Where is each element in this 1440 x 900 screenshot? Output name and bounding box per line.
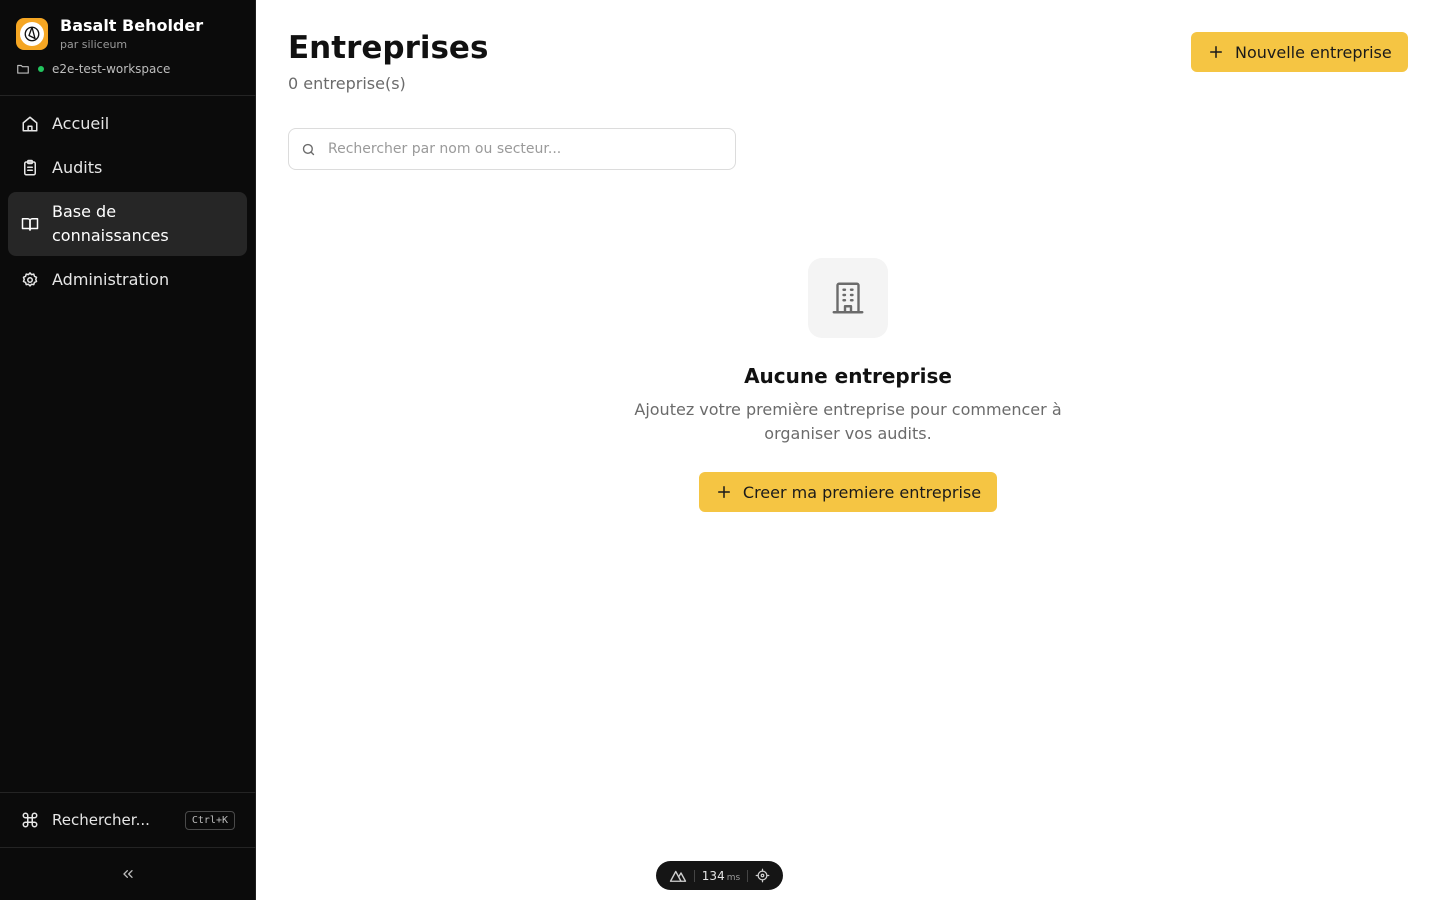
gear-icon: [20, 270, 40, 290]
sidebar-item-base-de-connaissances[interactable]: Base de connaissances: [8, 192, 247, 256]
sidebar-divider: [0, 792, 256, 793]
sidebar-item-label: Administration: [52, 270, 170, 289]
search-icon: [302, 143, 315, 155]
brand-title: Basalt Beholder: [60, 16, 204, 35]
devtools-pill[interactable]: 134 ms: [656, 861, 783, 890]
sidebar-item-accueil[interactable]: Accueil: [8, 104, 247, 144]
create-first-entreprise-label: Creer ma premiere entreprise: [742, 482, 982, 502]
collapse-sidebar-button[interactable]: [112, 862, 144, 886]
sidebar-divider: [0, 847, 256, 848]
book-open-icon: [20, 214, 40, 234]
building-icon: [832, 282, 864, 314]
crosshair-icon[interactable]: [755, 868, 770, 883]
nuxt-logo-icon: [670, 870, 687, 882]
sidebar-divider: [0, 95, 256, 96]
plus-icon: [1210, 46, 1222, 58]
empty-state-description: Ajoutez votre première entreprise pour c…: [634, 400, 1062, 443]
sidebar-nav: Accueil Audits Base de connaissances Adm…: [8, 104, 247, 304]
render-timing: 134 ms: [702, 869, 740, 883]
workspace-status-dot: [38, 66, 44, 72]
brand-subtitle: par siliceum: [60, 38, 128, 51]
chevrons-left-icon: [123, 870, 133, 878]
sidebar-item-audits[interactable]: Audits: [8, 148, 247, 188]
main-content: Entreprises 0 entreprise(s) Nouvelle ent…: [256, 0, 1440, 900]
sidebar-item-label: Base de connaissances: [52, 202, 169, 245]
aperture-logo-icon: [16, 18, 48, 50]
search-field[interactable]: [288, 128, 736, 170]
clipboard-icon: [20, 158, 40, 178]
workspace-switcher[interactable]: e2e-test-workspace: [16, 62, 170, 76]
command-icon: [20, 810, 40, 830]
home-icon: [20, 114, 40, 134]
command-search-label: Rechercher...: [52, 811, 150, 829]
plus-icon: [717, 486, 730, 498]
command-search-button[interactable]: Rechercher... Ctrl+K: [8, 800, 247, 840]
page-title: Entreprises: [288, 30, 489, 66]
create-first-entreprise-button[interactable]: Creer ma premiere entreprise: [698, 472, 998, 512]
render-timing-value: 134: [701, 868, 725, 883]
sidebar-item-label: Audits: [52, 158, 103, 177]
sidebar-item-label: Accueil: [52, 114, 110, 133]
folder-icon: [17, 64, 29, 74]
empty-state: Aucune entreprise Ajoutez votre première…: [608, 258, 1088, 512]
new-entreprise-label: Nouvelle entreprise: [1235, 42, 1392, 62]
entreprise-count: 0 entreprise(s): [288, 74, 406, 93]
devtools-separator: [694, 869, 696, 882]
empty-state-icon-container: [808, 258, 888, 338]
empty-state-title: Aucune entreprise: [744, 364, 952, 388]
render-timing-unit: ms: [726, 872, 741, 883]
workspace-name: e2e-test-workspace: [52, 62, 171, 76]
search-input[interactable]: [328, 141, 723, 157]
keyboard-shortcut-badge: Ctrl+K: [184, 810, 235, 830]
new-entreprise-button[interactable]: Nouvelle entreprise: [1191, 32, 1408, 72]
devtools-separator: [746, 869, 748, 882]
sidebar: Basalt Beholder par siliceum e2e-test-wo…: [0, 0, 256, 900]
sidebar-item-administration[interactable]: Administration: [8, 260, 247, 300]
